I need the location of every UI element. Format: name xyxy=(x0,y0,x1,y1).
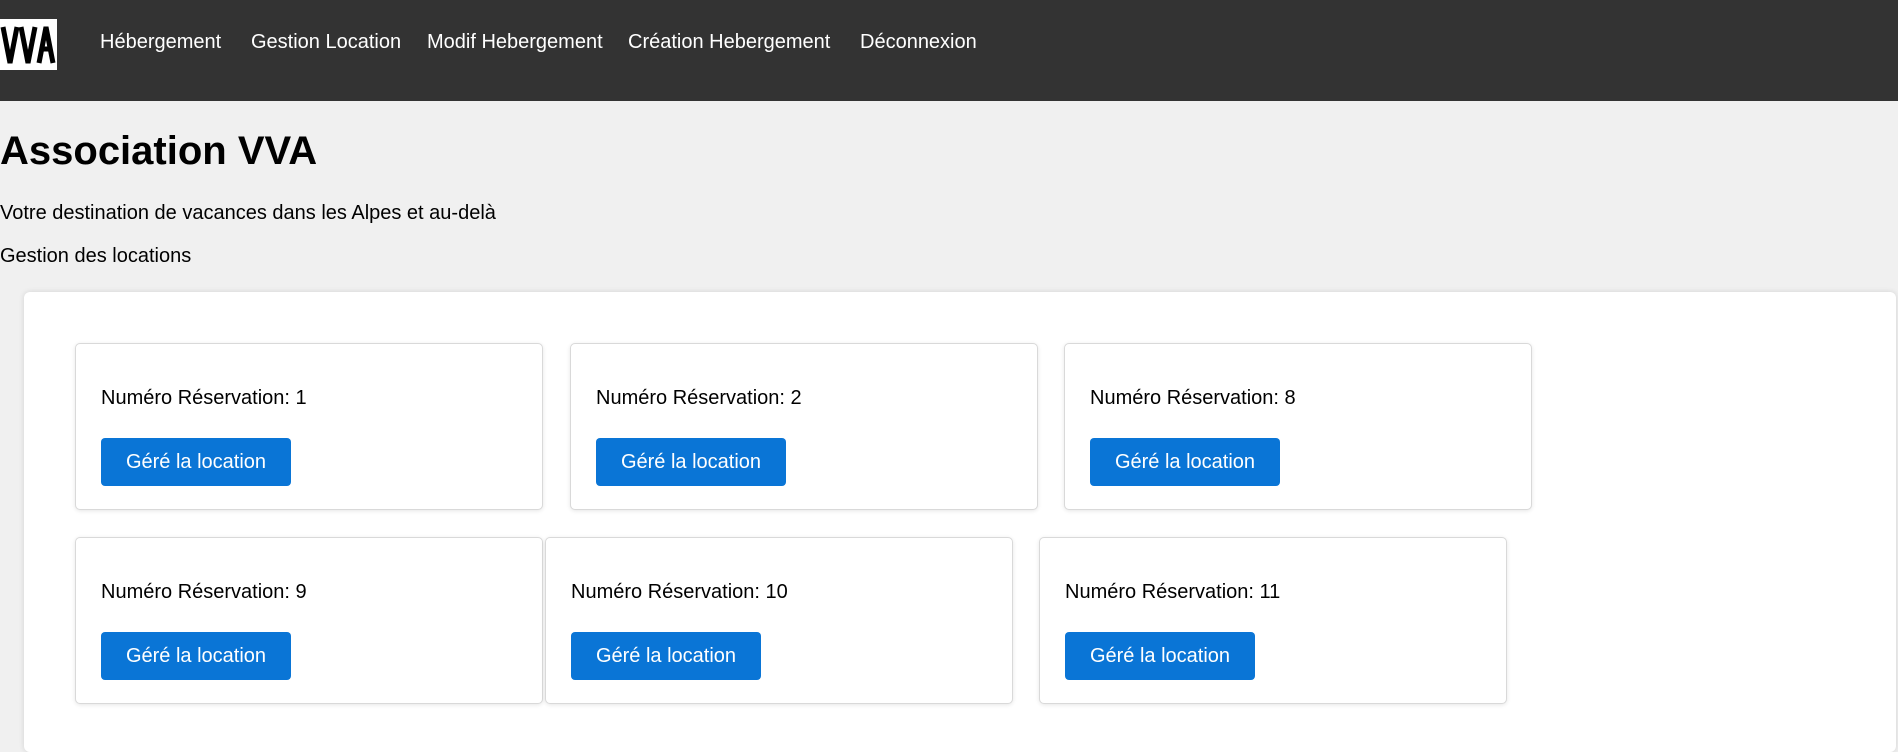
manage-location-button[interactable]: Géré la location xyxy=(596,438,786,486)
manage-location-button[interactable]: Géré la location xyxy=(1065,632,1255,680)
reservation-number-label: Numéro Réservation: 2 xyxy=(596,387,802,409)
nav-creation-hebergement[interactable]: Création Hebergement xyxy=(628,30,830,54)
manage-location-button[interactable]: Géré la location xyxy=(1090,438,1280,486)
manage-location-button[interactable]: Géré la location xyxy=(101,632,291,680)
reservation-card: Numéro Réservation: 1 Géré la location xyxy=(75,343,543,510)
page-subtitle: Votre destination de vacances dans les A… xyxy=(0,202,496,224)
top-navbar: Hébergement Gestion Location Modif Heber… xyxy=(0,0,1898,101)
locations-panel: Numéro Réservation: 1 Géré la location N… xyxy=(24,292,1896,752)
reservation-card: Numéro Réservation: 9 Géré la location xyxy=(75,537,543,704)
manage-location-button[interactable]: Géré la location xyxy=(101,438,291,486)
reservation-number-label: Numéro Réservation: 8 xyxy=(1090,387,1296,409)
manage-location-button[interactable]: Géré la location xyxy=(571,632,761,680)
section-label: Gestion des locations xyxy=(0,245,192,267)
reservation-number-label: Numéro Réservation: 1 xyxy=(101,387,307,409)
nav-gestion-location[interactable]: Gestion Location xyxy=(251,30,401,54)
reservation-card: Numéro Réservation: 2 Géré la location xyxy=(570,343,1038,510)
vva-logo-icon xyxy=(0,19,57,70)
reservation-number-label: Numéro Réservation: 10 xyxy=(571,581,788,603)
nav-modif-hebergement[interactable]: Modif Hebergement xyxy=(427,30,603,54)
vva-logo[interactable] xyxy=(0,19,57,70)
page-title: Association VVA xyxy=(0,129,318,173)
nav-deconnexion[interactable]: Déconnexion xyxy=(860,30,977,54)
reservation-card: Numéro Réservation: 8 Géré la location xyxy=(1064,343,1532,510)
reservation-number-label: Numéro Réservation: 11 xyxy=(1065,581,1281,603)
nav-hebergement[interactable]: Hébergement xyxy=(100,30,221,54)
reservation-card: Numéro Réservation: 11 Géré la location xyxy=(1039,537,1507,704)
reservation-card: Numéro Réservation: 10 Géré la location xyxy=(545,537,1013,704)
reservation-number-label: Numéro Réservation: 9 xyxy=(101,581,307,603)
